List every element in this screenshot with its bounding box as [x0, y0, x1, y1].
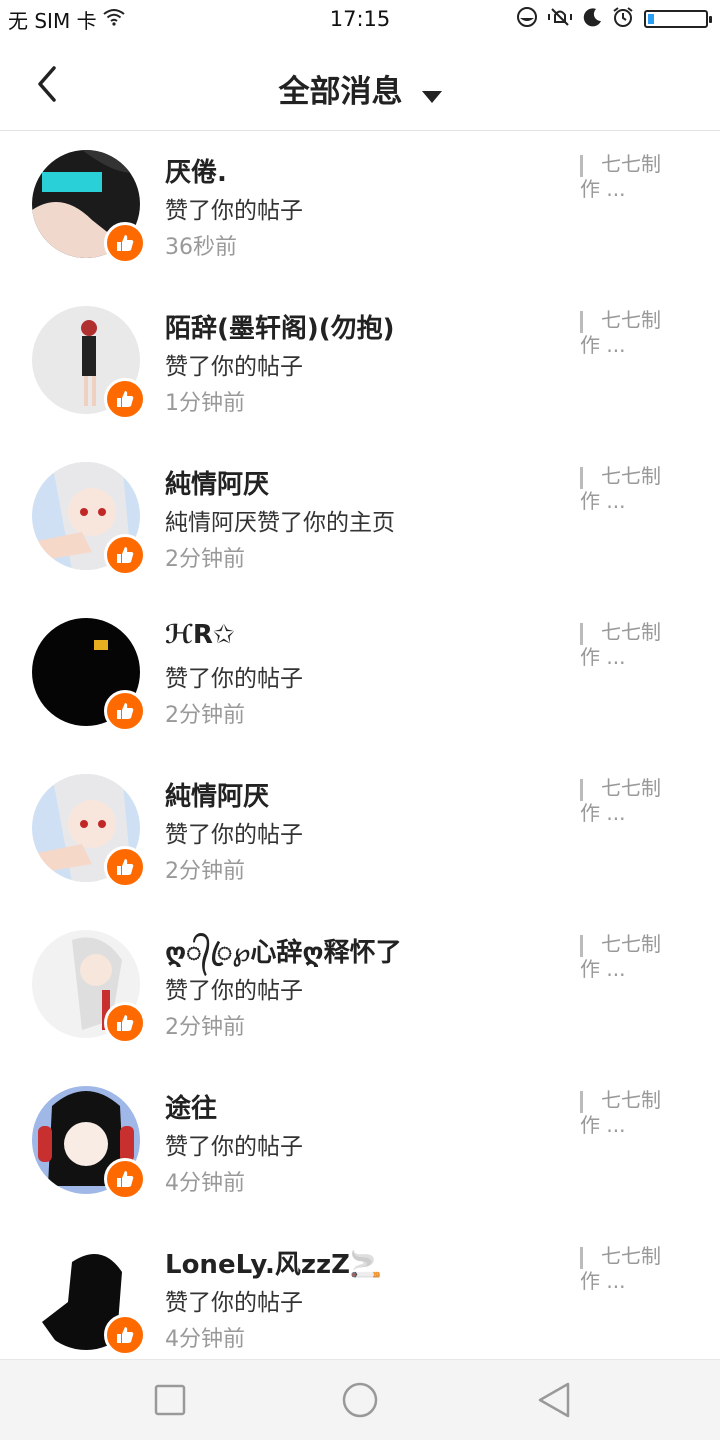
message-action: 赞了你的帖子: [165, 354, 303, 380]
post-preview[interactable]: 七七制作 ...: [580, 620, 680, 669]
post-preview[interactable]: 七七制作 ...: [580, 308, 680, 357]
message-time: 4分钟前: [165, 1171, 245, 1196]
message-time: 2分钟前: [165, 1015, 245, 1040]
sender-name: 厌倦.: [165, 158, 227, 188]
like-badge-icon: [104, 222, 146, 264]
message-time: 2分钟前: [165, 859, 245, 884]
sender-name: 途往: [165, 1094, 218, 1124]
page-title: 全部消息: [278, 74, 403, 110]
battery-icon: [644, 10, 712, 28]
message-time: 4分钟前: [165, 1327, 245, 1352]
list-item[interactable]: 厌倦. 赞了你的帖子 36秒前 七七制作 ...: [0, 132, 720, 288]
like-badge-icon: [104, 378, 146, 420]
like-badge-icon: [104, 846, 146, 888]
back-triangle-icon[interactable]: [534, 1380, 574, 1420]
message-action: 赞了你的帖子: [165, 1290, 303, 1316]
caret-down-icon: [421, 88, 442, 107]
carrier-label: 无 SIM 卡: [8, 8, 97, 33]
alarm-icon: [612, 6, 634, 33]
sender-name: ℋR✩: [165, 620, 235, 650]
message-action: 赞了你的帖子: [165, 822, 303, 848]
nav-bar: 全部消息: [0, 38, 720, 131]
wifi-icon: [102, 7, 125, 31]
message-time: 2分钟前: [165, 547, 245, 572]
mute-vibrate-icon: [548, 6, 572, 33]
message-action: 赞了你的帖子: [165, 666, 303, 692]
list-item[interactable]: LoneLy.风zzZ🚬 赞了你的帖子 4分钟前 七七制作 ...: [0, 1224, 720, 1380]
list-item[interactable]: 純情阿厌 赞了你的帖子 2分钟前 七七制作 ...: [0, 756, 720, 912]
eye-comfort-icon: [516, 6, 538, 33]
sender-name: 陌辞(墨轩阁)(勿抱): [165, 314, 395, 344]
home-icon[interactable]: [340, 1380, 380, 1420]
list-item[interactable]: 陌辞(墨轩阁)(勿抱) 赞了你的帖子 1分钟前 七七制作 ...: [0, 288, 720, 444]
post-preview-text: 七七制作 ...: [580, 776, 661, 825]
post-preview-text: 七七制作 ...: [580, 1088, 661, 1137]
message-time: 2分钟前: [165, 703, 245, 728]
post-preview-text: 七七制作 ...: [580, 1244, 661, 1293]
sender-name: LoneLy.风zzZ🚬: [165, 1250, 383, 1280]
list-item[interactable]: 途往 赞了你的帖子 4分钟前 七七制作 ...: [0, 1068, 720, 1224]
message-action: 赞了你的帖子: [165, 978, 303, 1004]
moon-icon: [582, 7, 602, 32]
recent-apps-icon[interactable]: [150, 1380, 190, 1420]
post-preview-text: 七七制作 ...: [580, 152, 661, 201]
post-preview-text: 七七制作 ...: [580, 620, 661, 669]
message-action: 赞了你的帖子: [165, 1134, 303, 1160]
post-preview[interactable]: 七七制作 ...: [580, 1244, 680, 1293]
list-item[interactable]: 純情阿厌 純情阿厌赞了你的主页 2分钟前 七七制作 ...: [0, 444, 720, 600]
post-preview[interactable]: 七七制作 ...: [580, 152, 680, 201]
post-preview-text: 七七制作 ...: [580, 308, 661, 357]
like-badge-icon: [104, 690, 146, 732]
message-time: 36秒前: [165, 235, 237, 260]
list-item[interactable]: ℋR✩ 赞了你的帖子 2分钟前 七七制作 ...: [0, 600, 720, 756]
like-badge-icon: [104, 534, 146, 576]
like-badge-icon: [104, 1002, 146, 1044]
list-item[interactable]: ღ᭄ꦿ℘心辞ღ释怀了 赞了你的帖子 2分钟前 七七制作 ...: [0, 912, 720, 1068]
message-action: 純情阿厌赞了你的主页: [165, 510, 395, 536]
post-preview[interactable]: 七七制作 ...: [580, 464, 680, 513]
like-badge-icon: [104, 1314, 146, 1356]
post-preview[interactable]: 七七制作 ...: [580, 932, 680, 981]
status-left: 无 SIM 卡: [0, 5, 125, 34]
message-filter-dropdown[interactable]: 全部消息: [0, 66, 720, 111]
message-time: 1分钟前: [165, 391, 245, 416]
status-right: [516, 6, 720, 33]
post-preview[interactable]: 七七制作 ...: [580, 1088, 680, 1137]
post-preview[interactable]: 七七制作 ...: [580, 776, 680, 825]
like-badge-icon: [104, 1158, 146, 1200]
system-nav-bar: [0, 1359, 720, 1440]
message-list: 厌倦. 赞了你的帖子 36秒前 七七制作 ... 陌辞(墨轩阁)(勿抱) 赞了你…: [0, 132, 720, 1380]
status-bar: 无 SIM 卡 17:15: [0, 0, 720, 38]
sender-name: 純情阿厌: [165, 470, 270, 500]
post-preview-text: 七七制作 ...: [580, 932, 661, 981]
post-preview-text: 七七制作 ...: [580, 464, 661, 513]
message-action: 赞了你的帖子: [165, 198, 303, 224]
sender-name: 純情阿厌: [165, 782, 270, 812]
